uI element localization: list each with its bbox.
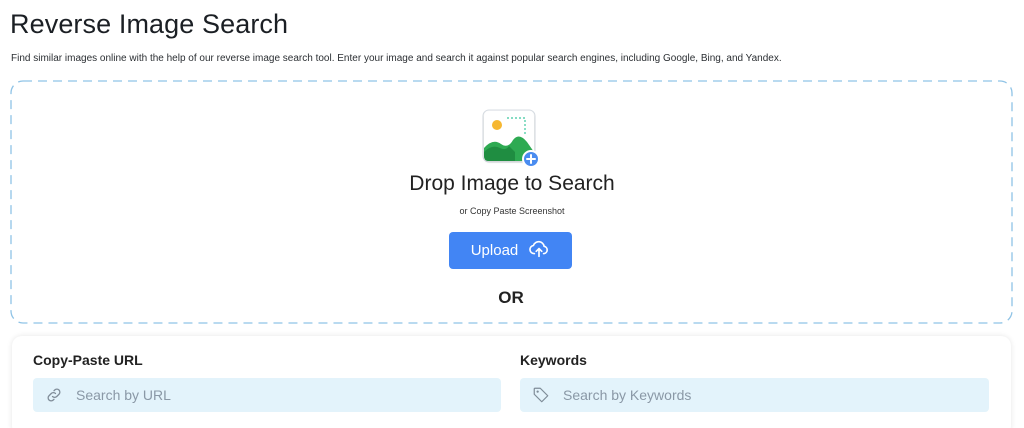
dropzone-title: Drop Image to Search: [409, 172, 615, 195]
link-icon: [45, 386, 63, 404]
url-field-label: Copy-Paste URL: [33, 352, 143, 368]
image-add-icon: [481, 108, 543, 170]
url-search-field[interactable]: [33, 378, 501, 412]
keywords-search-input[interactable]: [563, 387, 989, 403]
keywords-field-label: Keywords: [520, 352, 587, 368]
url-search-input[interactable]: [76, 387, 501, 403]
cloud-upload-icon: [528, 238, 550, 264]
upload-button-label: Upload: [470, 242, 519, 259]
dropzone-subtitle: or Copy Paste Screenshot: [459, 206, 565, 216]
tag-icon: [532, 386, 550, 404]
upload-button[interactable]: Upload: [449, 232, 572, 269]
keywords-search-field[interactable]: [520, 378, 989, 412]
page-title: Reverse Image Search: [10, 9, 289, 39]
page-description: Find similar images online with the help…: [11, 53, 782, 64]
or-divider-label: OR: [498, 288, 524, 307]
